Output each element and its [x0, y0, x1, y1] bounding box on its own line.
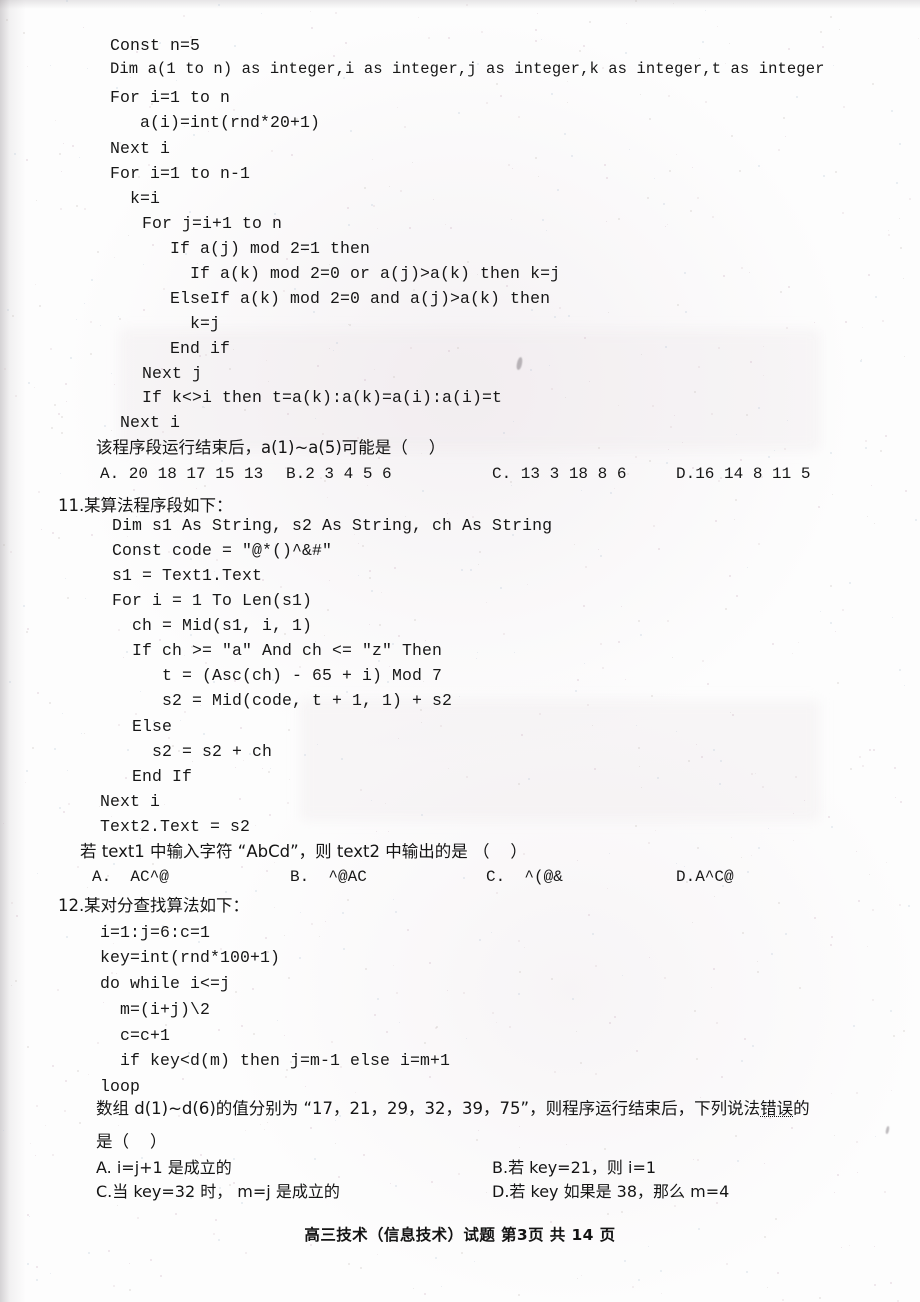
code-line: s2 = s2 + ch — [112, 742, 273, 761]
scan-smudge-artifact — [515, 356, 524, 371]
option-b[interactable]: B. ^@AC — [290, 869, 367, 885]
code-line: If ch >= "a" And ch <= "z" Then — [112, 641, 443, 660]
option-c[interactable]: C. ^(@& — [486, 869, 563, 885]
option-b[interactable]: B.2 3 4 5 6 — [286, 466, 392, 482]
code-line: Dim a(1 to n) as integer,i as integer,j … — [110, 60, 825, 78]
code-line: k=j — [140, 314, 221, 333]
code-line: a(i)=int(rnd*20+1) — [110, 113, 321, 132]
code-line: Text2.Text = s2 — [100, 817, 251, 836]
code-line: End If — [112, 767, 193, 786]
code-line: k=i — [110, 189, 161, 208]
code-line: Next i — [100, 792, 161, 811]
option-c[interactable]: C.当 key=32 时， m=j 是成立的 — [96, 1184, 340, 1200]
code-line: Const code = "@*()^&#" — [112, 541, 333, 560]
code-line: Next j — [122, 364, 203, 383]
question-12-prompt-line-1: 数组 d(1)~d(6)的值分别为 “17，21，29，32，39，75”，则程… — [96, 1099, 810, 1118]
question-11-number: 11. — [58, 496, 85, 515]
option-a[interactable]: A. i=j+1 是成立的 — [96, 1160, 232, 1176]
code-line: t = (Asc(ch) - 65 + i) Mod 7 — [112, 666, 443, 685]
option-d[interactable]: D.16 14 8 11 5 — [676, 466, 810, 482]
option-b[interactable]: B.若 key=21，则 i=1 — [492, 1160, 656, 1176]
code-line: do while i<=j — [100, 974, 231, 993]
code-line: c=c+1 — [100, 1026, 171, 1045]
question-12-prompt-line-2: 是（ ） — [96, 1132, 167, 1151]
code-line: i=1:j=6:c=1 — [100, 923, 211, 942]
code-line: ch = Mid(s1, i, 1) — [112, 616, 313, 635]
code-line: ElseIf a(k) mod 2=0 and a(j)>a(k) then — [140, 289, 551, 308]
prompt-emphasis-word: 错误 — [760, 1099, 794, 1118]
question-10-prompt: 该程序段运行结束后，a(1)~a(5)可能是（ ） — [96, 438, 446, 457]
code-line: Dim s1 As String, s2 As String, ch As St… — [112, 516, 553, 535]
scan-binding-shadow — [0, 0, 26, 1302]
option-a[interactable]: A. 20 18 17 15 13 — [100, 466, 263, 482]
prompt-text-part-2: 的 — [793, 1099, 810, 1118]
code-line: s2 = Mid(code, t + 1, 1) + s2 — [112, 691, 453, 710]
scan-top-edge-shadow — [0, 0, 920, 9]
question-11-title: 某算法程序段如下： — [84, 496, 233, 515]
code-line: m=(i+j)\2 — [100, 1000, 211, 1019]
option-a[interactable]: A. AC^@ — [92, 869, 169, 885]
code-line: For i=1 to n-1 — [110, 164, 251, 183]
code-line: loop — [100, 1077, 141, 1096]
code-line: Else — [112, 717, 173, 736]
prompt-text-part-1: 数组 d(1)~d(6)的值分别为 “17，21，29，32，39，75”，则程… — [96, 1099, 761, 1118]
code-line: For j=i+1 to n — [122, 214, 283, 233]
code-line: End if — [140, 339, 231, 358]
code-line: For i=1 to n — [110, 88, 231, 107]
option-d[interactable]: D.A^C@ — [676, 869, 734, 885]
code-line: Const n=5 — [110, 36, 201, 55]
option-c[interactable]: C. 13 3 18 8 6 — [492, 466, 626, 482]
question-11-prompt: 若 text1 中输入字符 “AbCd”，则 text2 中输出的是 （ ） — [80, 842, 527, 861]
option-d[interactable]: D.若 key 如果是 38，那么 m=4 — [492, 1184, 729, 1200]
code-line: If k<>i then t=a(k):a(k)=a(i):a(i)=t — [122, 388, 503, 407]
question-12-title: 某对分查找算法如下： — [84, 896, 249, 915]
code-line: Next i — [110, 139, 171, 158]
page-footer: 高三技术（信息技术）试题 第3页 共 14 页 — [304, 1226, 616, 1244]
code-line: If a(j) mod 2=1 then — [140, 239, 371, 258]
scan-smudge-artifact — [885, 1125, 890, 1135]
code-line: if key<d(m) then j=m-1 else i=m+1 — [100, 1051, 451, 1070]
code-line: If a(k) mod 2=0 or a(j)>a(k) then k=j — [140, 264, 561, 283]
code-line: For i = 1 To Len(s1) — [112, 591, 313, 610]
code-line: key=int(rnd*100+1) — [100, 948, 281, 967]
question-12-number: 12. — [58, 896, 85, 915]
scan-noise-band — [300, 700, 820, 820]
code-line: s1 = Text1.Text — [112, 566, 263, 585]
code-line: Next i — [110, 413, 181, 432]
